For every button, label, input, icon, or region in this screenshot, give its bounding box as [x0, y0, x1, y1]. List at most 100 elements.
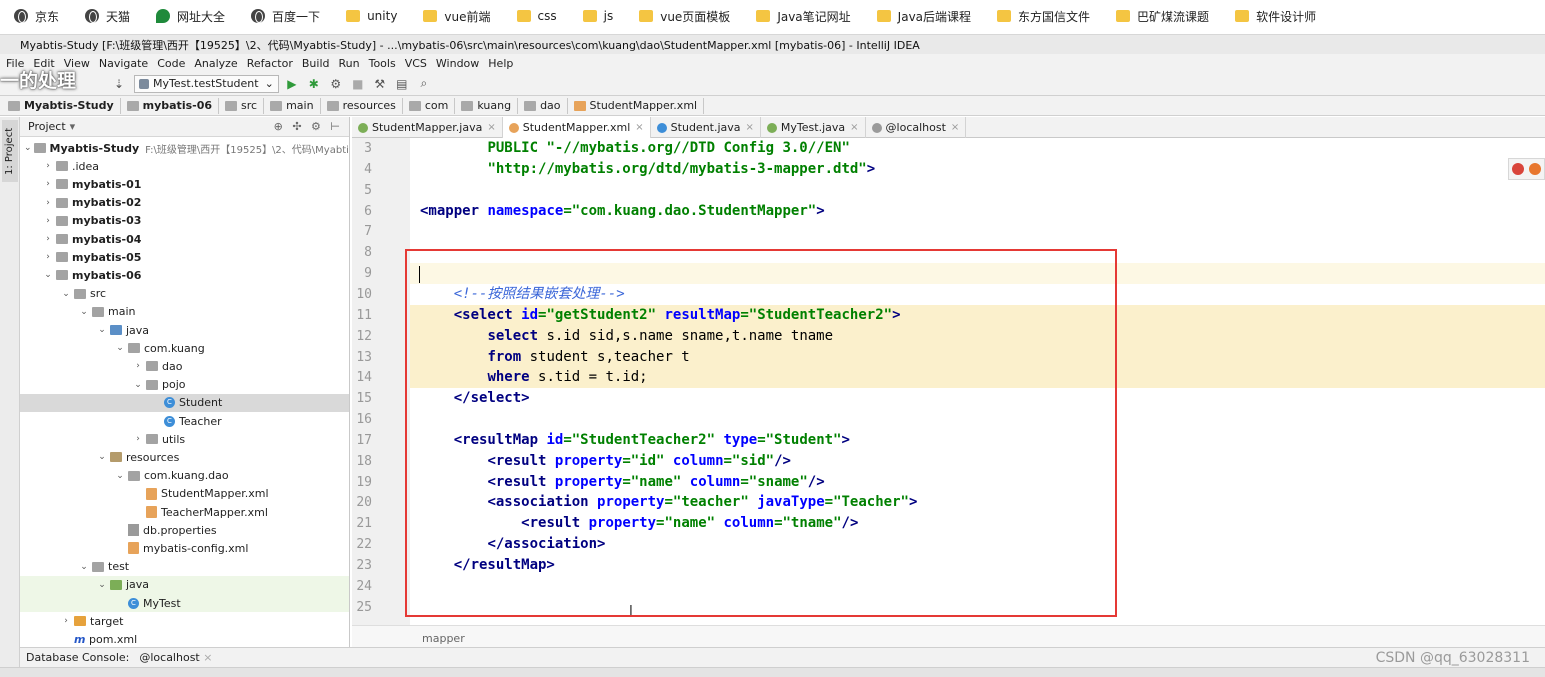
tree-item[interactable]: ⌄ com.kuang	[20, 339, 349, 357]
project-structure-icon[interactable]: ⚒	[371, 75, 389, 93]
bookmark-item[interactable]: Java笔记网址	[756, 0, 876, 32]
tree-item[interactable]: ⌄ pojo	[20, 376, 349, 394]
tree-item[interactable]: StudentMapper.xml	[20, 485, 349, 503]
chevron-down-icon[interactable]: ⌄	[96, 452, 108, 462]
breadcrumb-item[interactable]: StudentMapper.xml	[573, 97, 705, 114]
tree-item[interactable]: › mybatis-01	[20, 175, 349, 193]
bookmark-item[interactable]: 软件设计师	[1235, 0, 1342, 32]
chevron-down-icon[interactable]: ⌄	[96, 580, 108, 590]
menu-item-run[interactable]: Run	[339, 57, 360, 70]
breadcrumb-item[interactable]: Myabtis-Study	[8, 97, 121, 114]
menu-item-window[interactable]: Window	[436, 57, 479, 70]
chevron-down-icon[interactable]: ⌄	[24, 143, 32, 153]
code-line[interactable]: 5	[352, 179, 1545, 201]
editor-tab[interactable]: MyTest.java ×	[761, 117, 866, 138]
editor-tab[interactable]: StudentMapper.xml ×	[502, 117, 651, 138]
chevron-down-icon[interactable]: ⌄	[114, 343, 126, 353]
tree-item[interactable]: ⌄ java	[20, 575, 349, 594]
close-icon[interactable]: ×	[951, 122, 959, 133]
chevron-right-icon[interactable]: ›	[42, 216, 54, 226]
tree-item[interactable]: mybatis-config.xml	[20, 539, 349, 557]
bookmark-item[interactable]: 百度一下	[251, 0, 346, 32]
tree-item[interactable]: db.properties	[20, 521, 349, 539]
chevron-down-icon[interactable]: ⌄	[78, 307, 90, 317]
tree-item[interactable]: C MyTest	[20, 594, 349, 612]
tree-item[interactable]: ⌄ resources	[20, 448, 349, 466]
chrome-icon[interactable]	[1511, 163, 1524, 175]
bookmark-item[interactable]: vue前端	[423, 0, 516, 32]
bookmark-item[interactable]: Java后端课程	[876, 0, 997, 32]
search-everywhere-icon[interactable]: ⌕	[415, 75, 433, 93]
back-icon[interactable]: ⇣	[110, 75, 128, 93]
editor-tab[interactable]: @localhost ×	[866, 117, 967, 138]
chevron-down-icon[interactable]: ▾	[70, 120, 76, 133]
tree-item[interactable]: C Student	[20, 393, 349, 412]
menu-item-refactor[interactable]: Refactor	[247, 57, 293, 70]
editor-tab[interactable]: StudentMapper.java ×	[352, 117, 503, 138]
code-line[interactable]: 6 <mapper namespace="com.kuang.dao.Studen…	[352, 200, 1545, 222]
chevron-down-icon[interactable]: ⌄	[132, 380, 144, 390]
tree-item[interactable]: ⌄ test	[20, 558, 349, 576]
code-line[interactable]: 3 PUBLIC "-//mybatis.org//DTD Config 3.0…	[352, 138, 1545, 159]
close-icon[interactable]: ×	[635, 122, 643, 133]
tree-item[interactable]: ⌄ mybatis-06	[20, 266, 349, 284]
menu-item-navigate[interactable]: Navigate	[99, 57, 148, 70]
menu-item-build[interactable]: Build	[302, 57, 330, 70]
tree-item[interactable]: C Teacher	[20, 412, 349, 430]
chevron-down-icon[interactable]: ⌄	[42, 270, 54, 280]
tree-item[interactable]: › utils	[20, 430, 349, 448]
run-config-select[interactable]: MyTest.testStudent ⌄	[134, 74, 279, 93]
chevron-down-icon[interactable]: ⌄	[96, 325, 108, 335]
tree-item[interactable]: ⌄ Myabtis-Study F:\班级管理\西开【19525】\2、代码\Mya…	[20, 139, 349, 157]
close-icon[interactable]: ×	[746, 122, 754, 133]
tree-item[interactable]: › mybatis-04	[20, 230, 349, 248]
menu-item-help[interactable]: Help	[488, 57, 513, 70]
database-console-tab[interactable]: @localhost ×	[139, 651, 212, 664]
tree-item[interactable]: › target	[20, 612, 349, 630]
menu-item-analyze[interactable]: Analyze	[194, 57, 237, 70]
breadcrumb-item[interactable]: kuang	[461, 97, 519, 114]
chevron-right-icon[interactable]: ›	[42, 198, 54, 208]
bookmark-item[interactable]: 京东	[14, 0, 85, 32]
tree-item[interactable]: m pom.xml	[20, 630, 349, 647]
chevron-right-icon[interactable]: ›	[42, 234, 54, 244]
breadcrumb-item[interactable]: main	[270, 97, 321, 114]
menu-item-tools[interactable]: Tools	[369, 57, 396, 70]
project-tool-tab[interactable]: 1: Project	[2, 120, 18, 182]
bookmark-item[interactable]: css	[516, 0, 583, 32]
tree-item[interactable]: ⌄ java	[20, 321, 349, 339]
close-icon[interactable]: ×	[487, 122, 495, 133]
menu-item-vcs[interactable]: VCS	[405, 57, 427, 70]
tree-item[interactable]: ⌄ src	[20, 285, 349, 303]
breadcrumb-item[interactable]: resources	[326, 97, 403, 114]
chevron-right-icon[interactable]: ›	[132, 361, 144, 371]
code-line[interactable]: 7	[352, 221, 1545, 243]
chevron-right-icon[interactable]: ›	[42, 161, 54, 171]
bookmark-item[interactable]: js	[582, 0, 640, 32]
tree-item[interactable]: › mybatis-03	[20, 212, 349, 230]
breadcrumb-item[interactable]: mybatis-06	[126, 97, 220, 114]
bookmark-item[interactable]: 巴矿煤流课题	[1116, 0, 1235, 32]
run-icon[interactable]: ▶	[283, 75, 301, 93]
panel-actions[interactable]: ⊕ ✣ ⚙ ⊢	[274, 120, 343, 133]
code-line[interactable]: 4 "http://mybatis.org/dtd/mybatis-3-mapp…	[352, 158, 1545, 180]
menu-item-code[interactable]: Code	[157, 57, 185, 70]
firefox-icon[interactable]	[1529, 163, 1542, 175]
breadcrumb-item[interactable]: dao	[524, 97, 568, 114]
close-icon[interactable]: ×	[203, 651, 212, 664]
chevron-down-icon[interactable]: ⌄	[78, 562, 90, 572]
tree-item[interactable]: › .idea	[20, 157, 349, 175]
chevron-down-icon[interactable]: ⌄	[60, 289, 72, 299]
chevron-right-icon[interactable]: ›	[42, 179, 54, 189]
bookmark-item[interactable]: unity	[346, 0, 423, 32]
chevron-right-icon[interactable]: ›	[42, 252, 54, 262]
bookmark-item[interactable]: 天猫	[85, 0, 156, 32]
project-panel-title[interactable]: Project	[28, 120, 66, 133]
editor-tab[interactable]: Student.java ×	[651, 117, 761, 138]
chevron-right-icon[interactable]: ›	[60, 616, 72, 626]
chevron-down-icon[interactable]: ⌄	[114, 471, 126, 481]
breadcrumb-item[interactable]: src	[225, 97, 265, 114]
tree-item[interactable]: › mybatis-02	[20, 194, 349, 212]
debug-icon[interactable]: ✱	[305, 75, 323, 93]
tree-item[interactable]: ⌄ com.kuang.dao	[20, 467, 349, 485]
